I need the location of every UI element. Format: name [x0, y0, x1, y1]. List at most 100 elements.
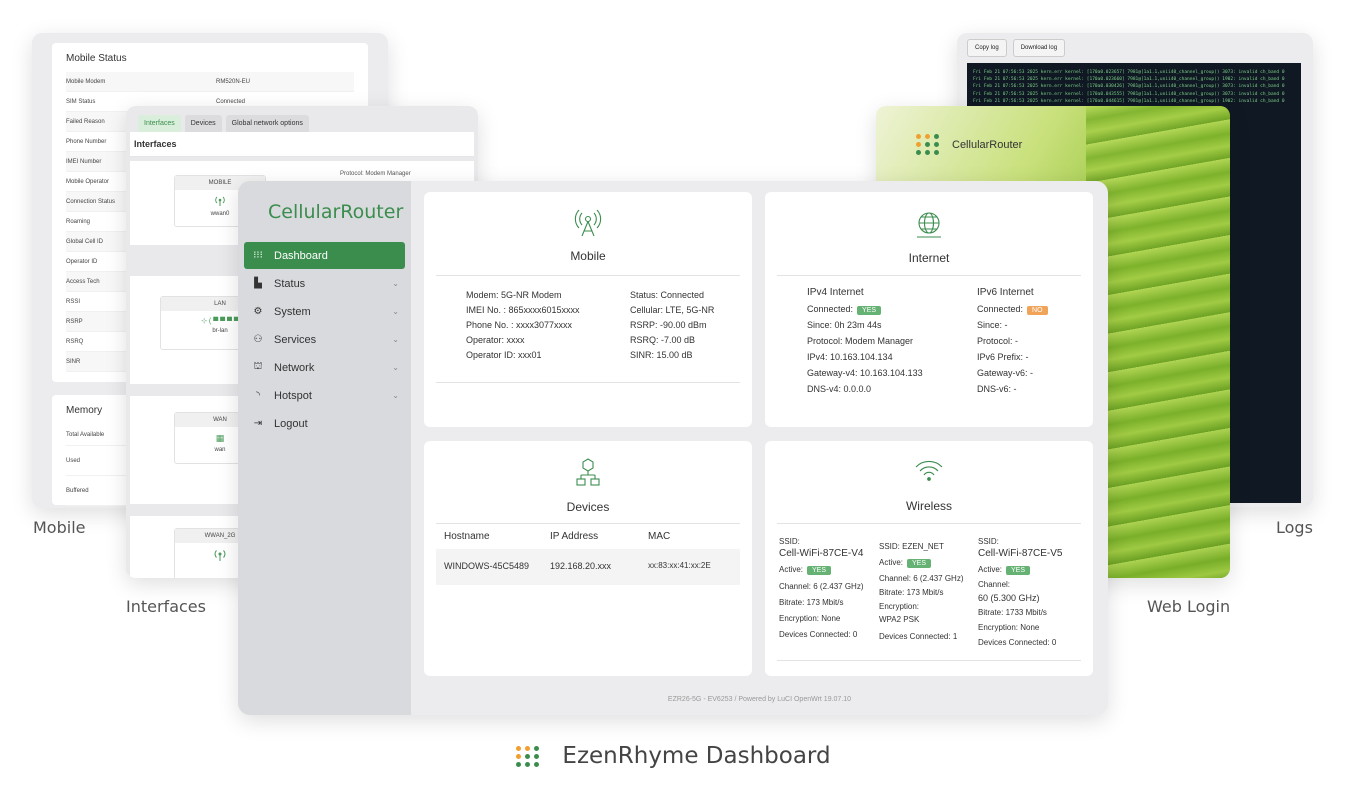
wifi1-active: Active: YES [779, 565, 832, 575]
mobile-status: Status: Connected [630, 290, 705, 300]
download-log-button[interactable]: Download log [1012, 39, 1066, 57]
globe-icon [765, 210, 1093, 245]
logo-icon [516, 745, 540, 767]
sidebar-item-logout[interactable]: ⇥ Logout [244, 410, 405, 437]
ipv6-heading: IPv6 Internet [977, 287, 1034, 298]
sidebar: CellularRouter ⁝⁝⁝ Dashboard ▙ Status ⌄ ⚙ Syst… [238, 181, 411, 715]
interface-protocol: Protocol: Modem Manager [340, 171, 411, 177]
sidebar-item-system[interactable]: ⚙ System ⌄ [244, 298, 405, 325]
wifi2-devices: Devices Connected: 1 [879, 632, 958, 641]
sidebar-item-label: Network [274, 361, 315, 374]
chevron-down-icon: ⌄ [392, 279, 399, 288]
wifi2-active-label: Active: [879, 558, 904, 567]
product-title: EzenRhyme Dashboard [562, 743, 831, 769]
divider [436, 275, 740, 276]
logout-icon: ⇥ [253, 418, 263, 429]
wifi3-devices: Devices Connected: 0 [978, 638, 1057, 647]
wifi3-active-badge: YES [1006, 566, 1031, 575]
column-header-ip: IP Address [550, 531, 599, 542]
sidebar-item-services[interactable]: ⚇ Services ⌄ [244, 326, 405, 353]
copy-log-button[interactable]: Copy log [967, 39, 1007, 57]
log-line: Fri Feb 21 07:56:53 2025 kern.err kernel… [973, 77, 1285, 83]
wifi1-bitrate: Bitrate: 173 Mbit/s [779, 598, 844, 607]
ipv6-connected: Connected: NO [977, 304, 1048, 315]
sidebar-item-label: Hotspot [274, 389, 312, 402]
ipv6-gateway: Gateway-v6: - [977, 368, 1034, 378]
log-line: Fri Feb 21 07:56:53 2025 kern.err kernel… [973, 70, 1285, 75]
mobile-imei: IMEI No. : 865xxxx6015xxxx [466, 305, 580, 315]
wifi3-channel: 60 (5.300 GHz) [978, 593, 1040, 603]
mobile-operator-id: Operator ID: xxx01 [466, 350, 542, 360]
ipv6-dns: DNS-v6: - [977, 384, 1017, 394]
interfaces-tabs: Interfaces Devices Global network option… [126, 106, 478, 132]
wifi3-active-label: Active: [978, 565, 1003, 574]
divider [777, 523, 1081, 524]
caption-web-login: Web Login [1147, 597, 1231, 616]
ipv4-since: Since: 0h 23m 44s [807, 320, 882, 330]
tab-global-network-options[interactable]: Global network options [225, 115, 309, 132]
mobile-card-title: Mobile [570, 249, 606, 263]
cell-tower-icon [424, 208, 752, 243]
column-header-mac: MAC [648, 531, 671, 542]
network-icon: ⛫ [253, 361, 263, 372]
hotspot-icon: ◝ [256, 390, 260, 401]
ipv6-prefix: IPv6 Prefix: - [977, 352, 1029, 362]
login-brand: CellularRouter [916, 134, 1022, 155]
sidebar-item-label: Services [274, 333, 317, 346]
wifi2-active: Active: YES [879, 558, 932, 568]
mobile-operator: Operator: xxxx [466, 335, 525, 345]
services-icon: ⚇ [253, 334, 263, 345]
sidebar-brand: CellularRouter [268, 201, 404, 223]
sidebar-item-dashboard[interactable]: ⁝⁝⁝ Dashboard [244, 242, 405, 269]
wifi2-active-badge: YES [907, 559, 932, 568]
sidebar-item-network[interactable]: ⛫ Network ⌄ [244, 354, 405, 381]
wifi3-ssid: Cell-WiFi-87CE-V5 [978, 548, 1063, 559]
chevron-down-icon: ⌄ [392, 335, 399, 344]
wifi1-ssid: Cell-WiFi-87CE-V4 [779, 548, 864, 559]
internet-card: Internet IPv4 Internet Connected: YES Sin… [765, 192, 1093, 427]
mobile-cellular: Cellular: LTE, 5G-NR [630, 305, 715, 315]
wireless-card-title: Wireless [905, 499, 952, 513]
chevron-down-icon: ⌄ [392, 307, 399, 316]
device-hostname: WINDOWS-45C5489 [444, 561, 530, 571]
status-row-label: Mobile Modem [66, 78, 106, 85]
mobile-card: Mobile Modem: 5G-NR Modem IMEI No. : 865… [424, 192, 752, 427]
tab-interfaces[interactable]: Interfaces [138, 115, 181, 132]
mobile-phone: Phone No. : xxxx3077xxxx [466, 320, 573, 330]
sidebar-item-label: System [274, 305, 311, 318]
status-row: Mobile Modem RM520N-EU [66, 72, 354, 92]
tab-devices[interactable]: Devices [184, 115, 222, 132]
mobile-modem: Modem: 5G-NR Modem [466, 290, 562, 300]
ipv4-address: IPv4: 10.163.104.134 [807, 352, 893, 362]
wifi1-active-label: Active: [779, 565, 804, 574]
column-header-hostname: Hostname [444, 531, 490, 542]
caption-logs: Logs [1276, 518, 1313, 537]
ipv6-protocol: Protocol: - [977, 336, 1019, 346]
log-line: Fri Feb 21 07:56:53 2025 kern.err kernel… [973, 98, 1285, 104]
mobile-status-title: Mobile Status [66, 53, 127, 64]
wifi3-channel-label: Channel: [978, 580, 1011, 589]
sidebar-item-hotspot[interactable]: ◝ Hotspot ⌄ [244, 382, 405, 409]
ipv6-since: Since: - [977, 320, 1008, 330]
wifi-icon [765, 459, 1093, 488]
wifi1-channel: Channel: 6 (2.437 GHz) [779, 582, 864, 591]
mobile-rsrp: RSRP: -90.00 dBm [630, 320, 707, 330]
caption-interfaces: Interfaces [126, 597, 206, 616]
devices-card-title: Devices [566, 500, 610, 514]
mobile-rsrq: RSRQ: -7.00 dB [630, 335, 696, 345]
table-row[interactable]: WINDOWS-45C5489 192.168.20.xxx xx:83:xx:… [436, 549, 740, 585]
device-tree-icon [424, 457, 752, 492]
sidebar-item-label: Dashboard [274, 249, 328, 262]
divider [436, 523, 740, 524]
sidebar-item-status[interactable]: ▙ Status ⌄ [244, 270, 405, 297]
wifi2-encryption-label: Encryption: [879, 602, 920, 611]
sidebar-item-label: Logout [274, 417, 308, 430]
dashboard-window: CellularRouter ⁝⁝⁝ Dashboard ▙ Status ⌄ ⚙ Syst… [238, 181, 1108, 715]
wifi1-encryption: Encryption: None [779, 614, 841, 623]
device-ip: 192.168.20.xxx [550, 561, 612, 571]
status-row-label: SIM Status [66, 98, 96, 105]
wifi1-ssid-label: SSID: [779, 537, 800, 546]
wireless-card: Wireless SSID: Cell-WiFi-87CE-V4 Active:… [765, 441, 1093, 676]
wifi3-bitrate: Bitrate: 1733 Mbit/s [978, 608, 1047, 617]
wifi2-bitrate: Bitrate: 173 Mbit/s [879, 588, 944, 597]
